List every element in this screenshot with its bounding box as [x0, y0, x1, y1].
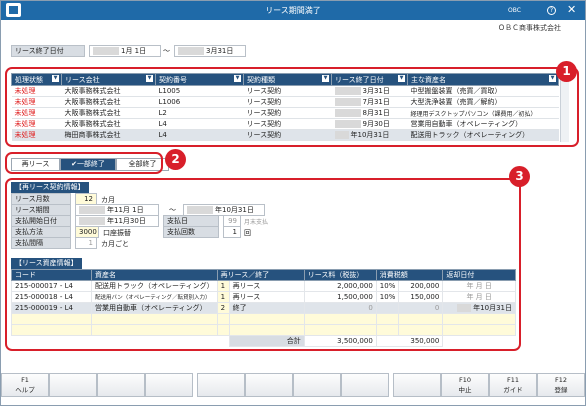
callout-badge-1: 1 [556, 61, 577, 82]
f4-button[interactable] [145, 373, 193, 397]
period-separator: ～ [163, 47, 170, 55]
f1-help-button[interactable]: F1 ヘルプ [1, 373, 49, 397]
window-title: リース期間満了 [265, 6, 321, 15]
title-bar: リース期間満了 ? ✕ [1, 1, 585, 20]
f10-cancel-button[interactable]: F10 中止 [441, 373, 489, 397]
f7-button[interactable] [293, 373, 341, 397]
window: リース期間満了 ? ✕ OBC ＯＢＣ商事株式会社 リース終了日付 1月 1日 … [0, 0, 586, 406]
f11-guide-button[interactable]: F11 ガイド [489, 373, 537, 397]
f8-button[interactable] [341, 373, 389, 397]
f2-button[interactable] [49, 373, 97, 397]
company-name: ＯＢＣ商事株式会社 [498, 24, 561, 32]
period-label: リース終了日付 [11, 45, 85, 57]
f6-button[interactable] [245, 373, 293, 397]
callout-badge-2: 2 [165, 149, 186, 170]
highlight-box-1 [5, 67, 579, 147]
close-icon[interactable]: ✕ [567, 3, 576, 16]
f3-button[interactable] [97, 373, 145, 397]
f5-button[interactable] [197, 373, 245, 397]
period-to-field[interactable]: 3月31日 [174, 45, 246, 57]
callout-badge-3: 3 [509, 166, 530, 187]
obc-logo: OBC [508, 7, 521, 14]
period-from-field[interactable]: 1月 1日 [89, 45, 161, 57]
f9-button[interactable] [393, 373, 441, 397]
highlight-box-3 [5, 178, 521, 351]
highlight-box-2 [5, 152, 163, 174]
f12-register-button[interactable]: F12 登録 [537, 373, 585, 397]
subheader: OBC ＯＢＣ商事株式会社 [1, 7, 585, 32]
help-icon[interactable]: ? [547, 6, 556, 15]
function-key-bar: F1 ヘルプ F10 中止 F11 ガイド F12 登録 [1, 373, 585, 397]
